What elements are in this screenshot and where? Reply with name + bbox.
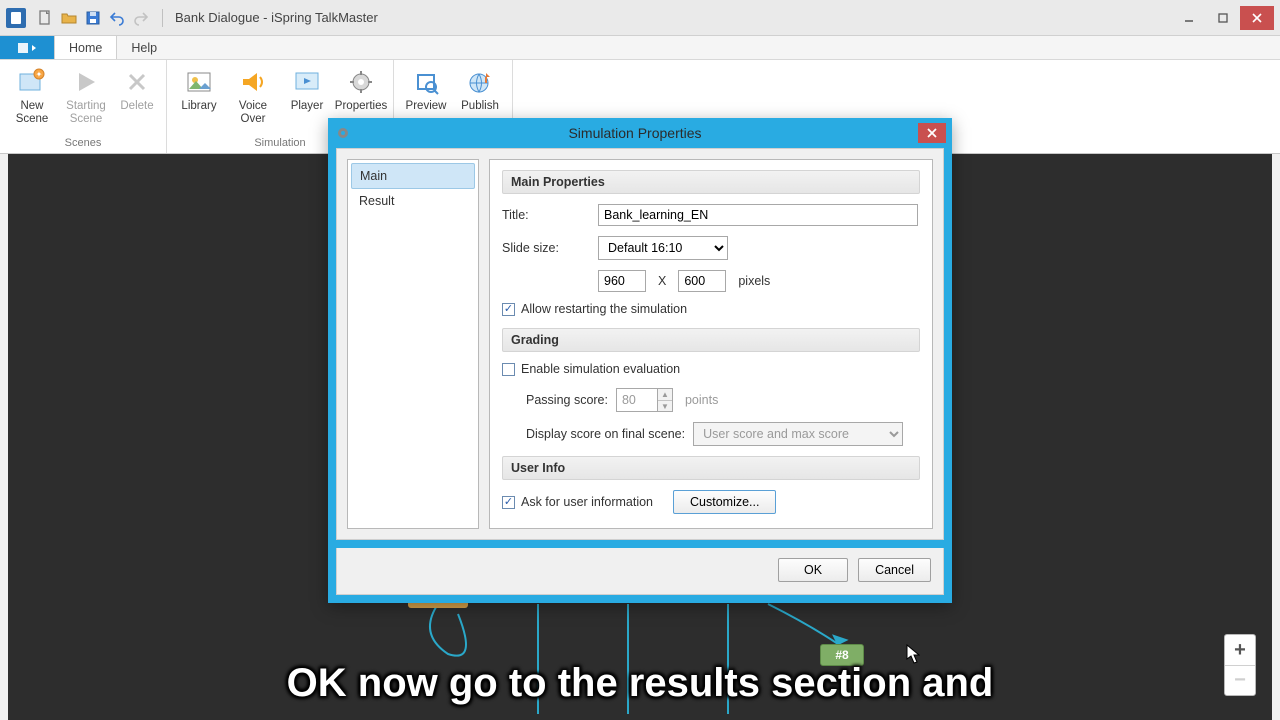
voice-over-button[interactable]: Voice Over [229,64,277,135]
delete-button[interactable]: Delete [116,64,158,135]
ask-user-info-checkbox[interactable] [502,496,515,509]
ok-button[interactable]: OK [778,558,848,582]
preview-icon [410,66,442,98]
slide-size-label: Slide size: [502,241,590,255]
library-button[interactable]: Library [175,64,223,135]
minimize-button[interactable] [1172,6,1206,30]
maximize-button[interactable] [1206,6,1240,30]
cancel-button[interactable]: Cancel [858,558,931,582]
open-icon[interactable] [60,9,78,27]
redo-icon[interactable] [132,9,150,27]
dimension-separator: X [654,274,670,288]
nav-item-main[interactable]: Main [351,163,475,189]
slide-size-select[interactable]: Default 16:10 [598,236,728,260]
new-scene-button[interactable]: ✦ New Scene [8,64,56,135]
starting-scene-icon [70,66,102,98]
player-button[interactable]: Player [283,64,331,135]
section-grading: Grading [502,328,920,352]
dialog-close-button[interactable] [918,123,946,143]
zoom-controls: + − [1224,634,1256,696]
dialog-main-panel: Main Properties Title: Slide size: Defau… [489,159,933,529]
window-title: Bank Dialogue - iSpring TalkMaster [175,10,378,25]
section-main-properties: Main Properties [502,170,920,194]
publish-icon [464,66,496,98]
quick-access-toolbar [36,9,150,27]
app-icon [6,8,26,28]
delete-icon [121,66,153,98]
display-score-label: Display score on final scene: [526,427,685,441]
gear-icon [334,124,352,142]
passing-score-input[interactable] [616,388,658,412]
display-score-select[interactable]: User score and max score [693,422,903,446]
starting-scene-button[interactable]: Starting Scene [62,64,110,135]
title-input[interactable] [598,204,918,226]
separator [162,9,163,27]
enable-evaluation-label: Enable simulation evaluation [521,362,680,376]
window-titlebar: Bank Dialogue - iSpring TalkMaster [0,0,1280,36]
undo-icon[interactable] [108,9,126,27]
window-controls [1172,6,1274,30]
dialog-nav: Main Result [347,159,479,529]
tab-help[interactable]: Help [117,36,172,59]
save-icon[interactable] [84,9,102,27]
zoom-in-button[interactable]: + [1225,635,1255,665]
new-scene-icon: ✦ [16,66,48,98]
zoom-out-button[interactable]: − [1225,665,1255,695]
height-input[interactable] [678,270,726,292]
library-icon [183,66,215,98]
player-icon [291,66,323,98]
ribbon-group-scenes: ✦ New Scene Starting Scene Delete Scenes [0,60,167,153]
svg-text:✦: ✦ [36,70,43,79]
voice-over-icon [237,66,269,98]
width-input[interactable] [598,270,646,292]
customize-button[interactable]: Customize... [673,490,776,514]
dialog-body: Main Result Main Properties Title: Slide… [336,148,944,540]
ask-user-info-label: Ask for user information [521,495,653,509]
menu-tabs: Home Help [0,36,1280,60]
nav-item-result[interactable]: Result [351,189,475,213]
spin-down-icon[interactable]: ▼ [658,400,672,411]
tab-home[interactable]: Home [54,36,117,59]
pixels-label: pixels [738,274,770,288]
mouse-cursor-icon [906,644,920,664]
close-button[interactable] [1240,6,1274,30]
allow-restart-label: Allow restarting the simulation [521,302,687,316]
new-file-icon[interactable] [36,9,54,27]
dialog-titlebar[interactable]: Simulation Properties [328,118,952,148]
passing-score-label: Passing score: [526,393,608,407]
simulation-properties-dialog: Simulation Properties Main Result Main P… [328,118,952,603]
scene-node-8[interactable]: #8 [820,644,864,666]
dialog-footer: OK Cancel [336,548,944,595]
section-user-info: User Info [502,456,920,480]
passing-score-spinner[interactable]: ▲▼ [616,388,673,412]
dialog-title: Simulation Properties [352,125,918,141]
spin-up-icon[interactable]: ▲ [658,389,672,400]
enable-evaluation-checkbox[interactable] [502,363,515,376]
allow-restart-checkbox[interactable] [502,303,515,316]
file-tab[interactable] [0,36,54,59]
title-label: Title: [502,208,590,222]
group-label-scenes: Scenes [8,135,158,153]
properties-icon [345,66,377,98]
points-label: points [685,393,718,407]
